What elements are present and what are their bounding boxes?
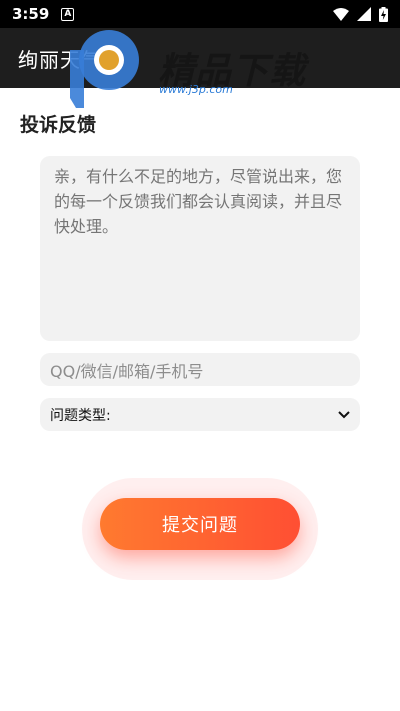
status-icons: [333, 6, 388, 22]
contact-input[interactable]: QQ/微信/邮箱/手机号: [40, 353, 360, 386]
problem-type-select[interactable]: 问题类型:: [40, 398, 360, 431]
problem-type-label: 问题类型:: [50, 407, 111, 424]
battery-charging-icon: [379, 6, 388, 22]
chevron-down-icon: [338, 410, 350, 418]
wifi-icon: [333, 7, 349, 21]
submit-button[interactable]: 提交问题: [100, 498, 300, 550]
signal-icon: [357, 7, 371, 21]
status-time: 3:59: [12, 5, 50, 23]
status-bar: 3:59 A: [0, 0, 400, 28]
app-bar: 绚丽天气: [0, 28, 400, 88]
app-title: 绚丽天气: [18, 47, 102, 72]
contact-placeholder: QQ/微信/邮箱/手机号: [50, 361, 204, 381]
page-title: 投诉反馈: [20, 114, 97, 136]
notification-icon: A: [61, 7, 75, 21]
feedback-content-input[interactable]: [40, 156, 360, 341]
